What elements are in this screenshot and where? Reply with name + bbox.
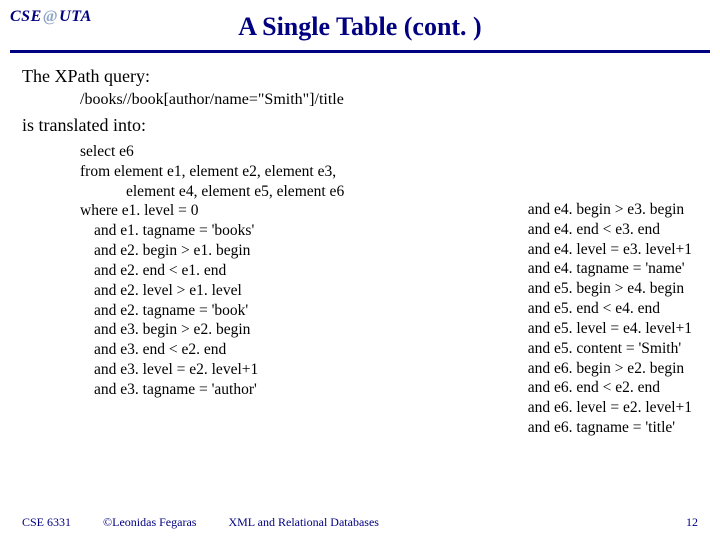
footer-copyright: ©Leonidas Fegaras (103, 515, 196, 530)
sql-line: and e6. end < e2. end (528, 378, 692, 398)
logo-prefix: CSE (10, 8, 42, 25)
sql-left: select e6 from element e1, element e2, e… (80, 142, 344, 400)
sql-line: and e3. level = e2. level+1 (80, 360, 344, 380)
sql-line: where e1. level = 0 (80, 201, 344, 221)
footer-course: CSE 6331 (22, 515, 71, 530)
logo: CSE@UTA (10, 8, 92, 26)
sql-line: and e5. level = e4. level+1 (528, 319, 692, 339)
logo-suffix: UTA (59, 8, 92, 25)
footer-topic: XML and Relational Databases (228, 515, 379, 530)
sql-line: and e4. begin > e3. begin (528, 200, 692, 220)
sql-line: select e6 (80, 142, 344, 162)
footer-page-number: 12 (686, 515, 698, 530)
sql-line: element e4, element e5, element e6 (80, 182, 344, 202)
sql-line: and e2. tagname = 'book' (80, 301, 344, 321)
sql-line: and e2. level > e1. level (80, 281, 344, 301)
sql-line: and e1. tagname = 'books' (80, 221, 344, 241)
slide: CSE@UTA A Single Table (cont. ) The XPat… (0, 0, 720, 540)
sql-line: and e4. level = e3. level+1 (528, 240, 692, 260)
sql-line: and e5. content = 'Smith' (528, 339, 692, 359)
sql-line: and e6. tagname = 'title' (528, 418, 692, 438)
divider (10, 50, 710, 53)
page-title: A Single Table (cont. ) (0, 6, 720, 50)
intro-line-1: The XPath query: (22, 65, 698, 88)
sql-right: and e4. begin > e3. begin and e4. end < … (528, 142, 698, 438)
sql-line: from element e1, element e2, element e3, (80, 162, 344, 182)
xpath-query: /books//book[author/name="Smith"]/title (80, 90, 698, 110)
sql-line: and e2. begin > e1. begin (80, 241, 344, 261)
sql-line: and e6. level = e2. level+1 (528, 398, 692, 418)
body: The XPath query: /books//book[author/nam… (0, 65, 720, 438)
sql-line: and e3. end < e2. end (80, 340, 344, 360)
sql-columns: select e6 from element e1, element e2, e… (22, 142, 698, 438)
sql-line: and e2. end < e1. end (80, 261, 344, 281)
sql-line: and e6. begin > e2. begin (528, 359, 692, 379)
footer: CSE 6331 ©Leonidas Fegaras XML and Relat… (22, 515, 698, 530)
sql-line: and e4. end < e3. end (528, 220, 692, 240)
sql-line: and e5. end < e4. end (528, 299, 692, 319)
sql-line: and e5. begin > e4. begin (528, 279, 692, 299)
sql-line: and e3. tagname = 'author' (80, 380, 344, 400)
at-icon: @ (43, 8, 58, 26)
header: CSE@UTA A Single Table (cont. ) (0, 0, 720, 53)
sql-line: and e4. tagname = 'name' (528, 259, 692, 279)
intro-line-2: is translated into: (22, 114, 698, 137)
sql-line: and e3. begin > e2. begin (80, 320, 344, 340)
